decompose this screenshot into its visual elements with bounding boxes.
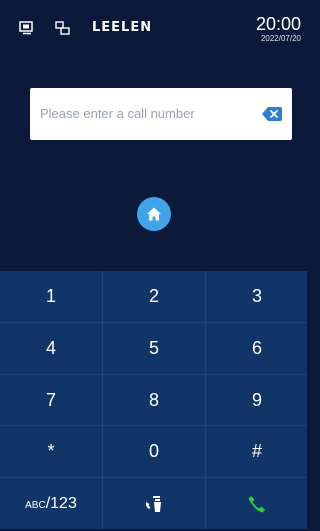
key-2[interactable]: 2: [103, 271, 205, 322]
brand-logo: LEELEN: [92, 20, 153, 35]
key-star[interactable]: *: [0, 426, 102, 477]
key-7[interactable]: 7: [0, 375, 102, 426]
key-4[interactable]: 4: [0, 323, 102, 374]
backspace-icon[interactable]: [262, 107, 282, 121]
home-icon: [147, 207, 161, 221]
home-button[interactable]: [137, 197, 171, 231]
indoor-monitor-icon: [19, 20, 35, 36]
call-management-button[interactable]: [103, 478, 205, 529]
call-button[interactable]: [206, 478, 308, 529]
call-number-placeholder: Please enter a call number: [40, 106, 195, 121]
key-0[interactable]: 0: [103, 426, 205, 477]
phone-call-icon: [248, 496, 265, 513]
clock-date: 2022/07/20: [260, 34, 301, 43]
key-6[interactable]: 6: [206, 323, 308, 374]
linked-devices-icon: [55, 20, 71, 36]
clock-time: 20:00: [255, 14, 301, 34]
key-hash[interactable]: #: [206, 426, 308, 477]
status-bar: LEELEN 20:00 2022/07/20: [0, 0, 307, 58]
key-8[interactable]: 8: [103, 375, 205, 426]
key-5[interactable]: 5: [103, 323, 205, 374]
dial-keypad: 1 2 3 4 5 6 7 8 9 * 0 # ABC/123: [0, 271, 307, 529]
input-mode-toggle[interactable]: ABC/123: [0, 478, 102, 529]
input-mode-abc: ABC: [25, 500, 46, 511]
call-management-icon: [145, 496, 161, 513]
key-1[interactable]: 1: [0, 271, 102, 322]
key-9[interactable]: 9: [206, 375, 308, 426]
key-3[interactable]: 3: [206, 271, 308, 322]
call-number-input[interactable]: Please enter a call number: [30, 88, 292, 140]
input-mode-123: /123: [45, 495, 77, 512]
